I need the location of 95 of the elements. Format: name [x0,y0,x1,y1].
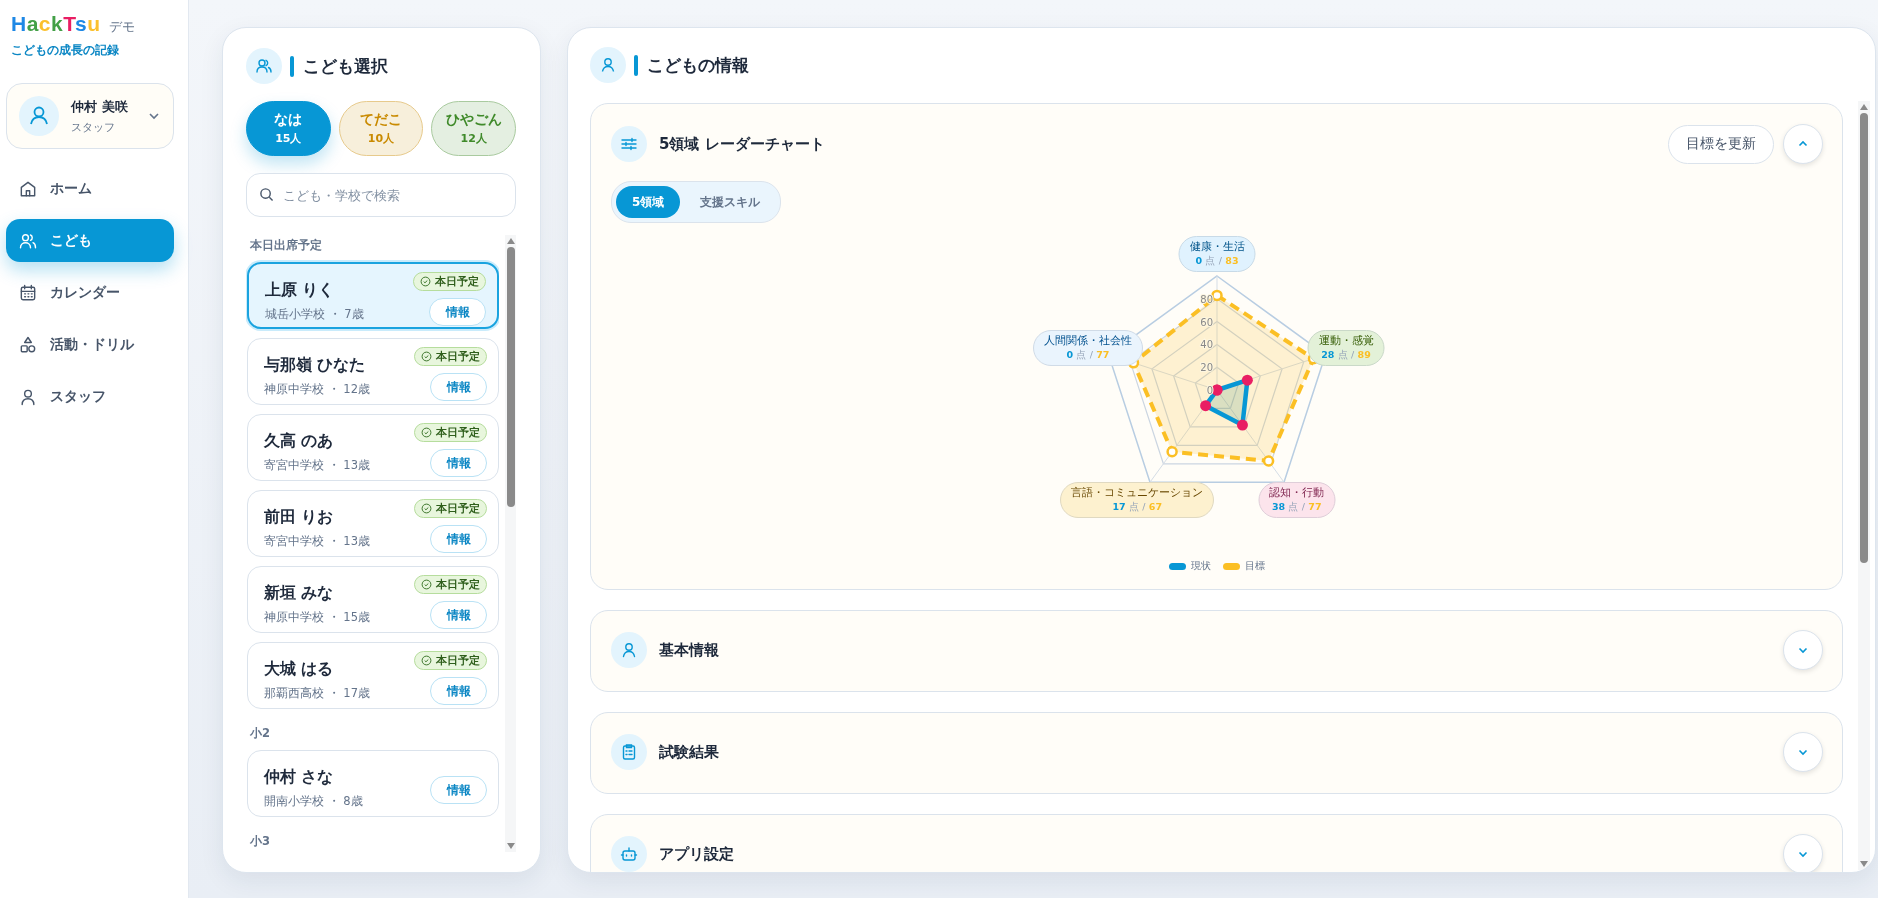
child-name: 大城 はる [264,659,335,680]
child-name: 上原 りく [265,280,336,301]
section-title: 5領域 レーダーチャート [659,134,825,154]
child-school-age: 城岳小学校 ・ 7歳 [265,307,364,322]
group-heading: 小2 [250,725,271,742]
axis-tick-label: 60 [1200,316,1213,328]
collapse-toggle-button[interactable] [1783,732,1823,772]
section-title: 基本情報 [659,640,719,660]
user-role: スタッフ [71,119,116,135]
child-school-age: 開南小学校 ・ 8歳 [264,794,363,809]
badge-label: 本日予定 [436,425,480,440]
child-school-age: 寄宮中学校 ・ 13歳 [264,534,370,549]
collapse-toggle-button[interactable] [1783,124,1823,164]
goal-marker [1166,446,1178,458]
child-school-age: 寄宮中学校 ・ 13歳 [264,458,370,473]
group-chip[interactable]: ひやごん 12人 [431,101,516,156]
section-title: アプリ設定 [659,844,734,864]
clipboard-icon [611,734,647,770]
child-card[interactable]: 大城 はる 那覇西高校 ・ 17歳 本日予定 情報 [247,642,499,709]
domain-label: 健康・生活 0 点 / 83 [1178,236,1256,273]
avatar-icon [19,96,59,136]
badge-label: 本日予定 [436,349,480,364]
legend-label: 現状 [1191,559,1211,573]
child-card[interactable]: 与那嶺 ひなた 神原中学校 ・ 12歳 本日予定 情報 [247,338,499,405]
child-name: 前田 りお [264,507,335,528]
chart-tab[interactable]: 支援スキル [684,186,777,218]
section-title: 試験結果 [659,742,719,762]
child-name: 久高 のあ [264,431,335,452]
panel-title: こどもの情報 [647,53,749,77]
nav-item[interactable]: ホーム [6,167,174,210]
legend-label: 目標 [1245,559,1265,573]
bot-icon [611,836,647,872]
check-circle-icon [421,655,432,666]
scrollbar[interactable] [505,235,516,852]
data-point [1200,400,1212,412]
update-goal-button[interactable]: 目標を更新 [1668,124,1774,164]
child-card[interactable]: 上原 りく 城岳小学校 ・ 7歳 本日予定 情報 [247,262,499,329]
nav-item[interactable]: カレンダー [6,271,174,314]
axis-tick-label: 40 [1200,339,1213,351]
check-circle-icon [420,276,431,287]
domain-label: 運動・感覚 28 点 / 89 [1307,330,1385,367]
child-school-age: 神原中学校 ・ 15歳 [264,610,370,625]
badge-label: 本日予定 [436,577,480,592]
info-button[interactable]: 情報 [430,525,487,553]
calendar-icon [18,282,38,303]
sliders-icon [611,126,647,162]
child-card[interactable]: 久高 のあ 寄宮中学校 ・ 13歳 本日予定 情報 [247,414,499,481]
check-circle-icon [421,351,432,362]
info-button[interactable]: 情報 [429,298,486,326]
child-card[interactable]: 新垣 みな 神原中学校 ・ 15歳 本日予定 情報 [247,566,499,633]
shapes-icon [18,334,38,355]
group-heading: 本日出席予定 [250,237,323,254]
child-school-age: 神原中学校 ・ 12歳 [264,382,370,397]
logo-text: HackTsu [11,12,101,36]
info-button[interactable]: 情報 [430,776,487,804]
app-subtitle: こどもの成長の記録 [10,42,120,59]
goal-marker [1211,289,1223,302]
child-name: 新垣 みな [264,583,335,604]
collapse-toggle-button[interactable] [1783,630,1823,670]
user-icon [590,47,626,83]
goal-marker [1262,455,1275,467]
child-name: 仲村 さな [264,767,335,788]
child-name: 与那嶺 ひなた [264,355,367,376]
domain-label: 認知・行動 38 点 / 77 [1258,481,1336,518]
user-name: 仲村 美咲 [71,97,129,116]
info-button[interactable]: 情報 [430,677,487,705]
scrollbar[interactable] [1858,101,1870,870]
user-icon [611,632,647,668]
domain-label: 人間関係・社会性 0 点 / 77 [1032,330,1143,367]
info-button[interactable]: 情報 [430,449,487,477]
search-field[interactable]: こども・学校で検索 [246,173,516,217]
badge-label: 本日予定 [436,501,480,516]
data-point [1236,419,1248,431]
badge-label: 本日予定 [435,274,479,289]
logo-tag: デモ [108,18,135,36]
group-heading: 小3 [250,833,271,850]
child-card[interactable]: 仲村 さな 開南小学校 ・ 8歳 情報 [247,750,499,817]
search-icon [259,187,274,202]
nav-item[interactable]: スタッフ [6,375,174,418]
child-card[interactable]: 前田 りお 寄宮中学校 ・ 13歳 本日予定 情報 [247,490,499,557]
collapse-toggle-button[interactable] [1783,834,1823,872]
child-school-age: 那覇西高校 ・ 17歳 [264,686,370,701]
check-circle-icon [421,579,432,590]
info-button[interactable]: 情報 [430,373,487,401]
panel-title: こども選択 [303,54,388,78]
user-card[interactable]: 仲村 美咲 スタッフ [6,83,174,149]
check-circle-icon [421,427,432,438]
badge-label: 本日予定 [436,653,480,668]
info-button[interactable]: 情報 [430,601,487,629]
data-point [1241,374,1253,386]
domain-label: 言語・コミュニケーション 17 点 / 67 [1060,481,1215,518]
nav-item[interactable]: 活動・ドリル [6,323,174,366]
axis-tick-label: 20 [1200,362,1213,374]
users-icon [246,48,282,84]
check-circle-icon [421,503,432,514]
